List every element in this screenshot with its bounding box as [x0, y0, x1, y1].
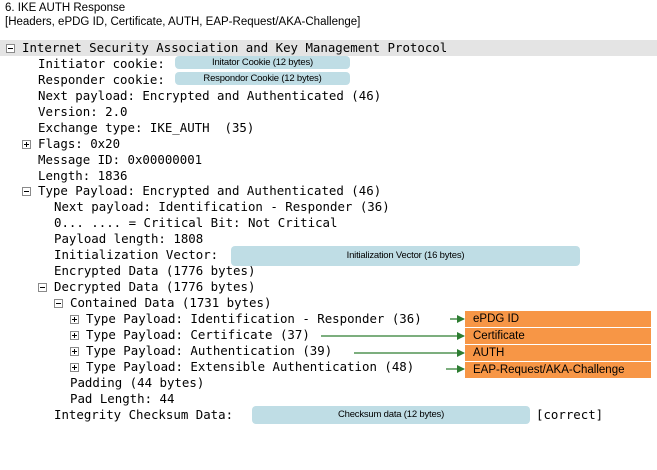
tree-row-isakmp[interactable]: Internet Security Association and Key Ma… — [0, 40, 657, 56]
tree-row-pad-length[interactable]: Pad Length: 44 — [0, 391, 657, 407]
tree-label-tp-identification: Type Payload: Identification - Responder… — [86, 310, 422, 326]
tree-row-contained-data[interactable]: Contained Data (1731 bytes) — [0, 295, 657, 311]
expand-icon[interactable] — [70, 330, 79, 340]
expand-icon[interactable] — [22, 139, 31, 149]
tree-label-init-vector: Initialization Vector: — [54, 247, 219, 263]
initiator-cookie-mask: Initator Cookie (12 bytes) — [175, 56, 350, 69]
tree-row-next-payload[interactable]: Next payload: Encrypted and Authenticate… — [0, 88, 657, 104]
tree-row-type-payload[interactable]: Type Payload: Encrypted and Authenticate… — [0, 183, 657, 199]
callout-auth: AUTH — [465, 345, 651, 361]
callout-eap: EAP-Request/AKA-Challenge — [465, 362, 651, 378]
tree-label-payload-length: Payload length: 1808 — [54, 231, 204, 247]
tree-label-root: Internet Security Association and Key Ma… — [22, 40, 448, 55]
tree-label-tp-eap: Type Payload: Extensible Authentication … — [86, 358, 415, 374]
tree-label-tp-authentication: Type Payload: Authentication (39) — [86, 342, 333, 358]
figure-caption-title: 6. IKE AUTH Response — [5, 2, 126, 14]
tree-label-next-payload: Next payload: Encrypted and Authenticate… — [38, 87, 382, 103]
tree-label-contained-data: Contained Data (1731 bytes) — [70, 295, 272, 310]
tree-label-message-id: Message ID: 0x00000001 — [38, 151, 203, 167]
tree-row-message-id[interactable]: Message ID: 0x00000001 — [0, 152, 657, 168]
expand-icon[interactable] — [70, 314, 79, 324]
tree-row-payload-length[interactable]: Payload length: 1808 — [0, 231, 657, 247]
tree-row-critical-bit[interactable]: 0... .... = Critical Bit: Not Critical — [0, 215, 657, 231]
responder-cookie-mask: Respondor Cookie (12 bytes) — [175, 72, 350, 85]
collapse-icon[interactable] — [54, 299, 63, 308]
callout-certificate: Certificate — [465, 328, 651, 344]
figure-caption-subtitle: [Headers, ePDG ID, Certificate, AUTH, EA… — [5, 16, 361, 28]
tree-label-critical-bit: 0... .... = Critical Bit: Not Critical — [54, 215, 338, 231]
expand-icon[interactable] — [70, 346, 79, 356]
tree-row-flags[interactable]: Flags: 0x20 — [0, 136, 657, 152]
tree-label-tp-next-payload: Next payload: Identification - Responder… — [54, 199, 390, 215]
tree-label-integrity-status: [correct] — [536, 406, 604, 422]
tree-label-pad-length: Pad Length: 44 — [70, 390, 175, 406]
tree-label-length: Length: 1836 — [38, 167, 128, 183]
tree-row-length[interactable]: Length: 1836 — [0, 168, 657, 184]
tree-label-responder-cookie: Responder cookie: — [38, 71, 165, 87]
tree-row-exchange-type[interactable]: Exchange type: IKE_AUTH (35) — [0, 120, 657, 136]
collapse-icon[interactable] — [38, 283, 47, 293]
tree-label-padding: Padding (44 bytes) — [70, 374, 205, 390]
tree-label-type-payload: Type Payload: Encrypted and Authenticate… — [38, 183, 382, 199]
tree-row-decrypted-data[interactable]: Decrypted Data (1776 bytes) — [0, 279, 657, 295]
tree-label-version: Version: 2.0 — [38, 103, 128, 119]
tree-label-integrity: Integrity Checksum Data: — [54, 406, 234, 422]
collapse-icon[interactable] — [22, 187, 31, 197]
collapse-icon[interactable] — [6, 44, 15, 53]
checksum-mask: Checksum data (12 bytes) — [252, 406, 530, 424]
expand-icon[interactable] — [70, 362, 79, 372]
init-vector-mask: Initialization Vector (16 bytes) — [231, 246, 580, 266]
tree-label-tp-certificate: Type Payload: Certificate (37) — [86, 326, 310, 342]
tree-label-exchange-type: Exchange type: IKE_AUTH (35) — [38, 119, 255, 135]
tree-label-initiator-cookie: Initiator cookie: — [38, 55, 165, 71]
tree-row-tp-next-payload[interactable]: Next payload: Identification - Responder… — [0, 199, 657, 215]
tree-label-decrypted-data: Decrypted Data (1776 bytes) — [54, 279, 256, 295]
tree-label-encrypted-data: Encrypted Data (1776 bytes) — [54, 263, 256, 279]
callout-epdg-id: ePDG ID — [465, 311, 651, 327]
tree-label-flags: Flags: 0x20 — [38, 135, 121, 151]
tree-row-version[interactable]: Version: 2.0 — [0, 104, 657, 120]
